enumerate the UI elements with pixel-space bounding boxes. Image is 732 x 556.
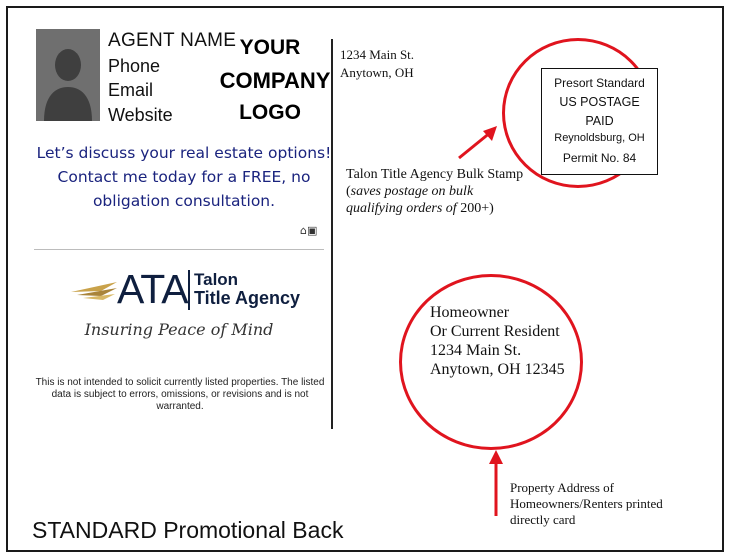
disclaimer-text: This is not intended to solicit currentl… — [35, 377, 325, 412]
stamp-line1: Presort Standard — [554, 76, 645, 90]
stamp-note-italic: saves postage on bulk qualifying orders … — [346, 184, 474, 216]
agent-website: Website — [108, 105, 173, 125]
stamp-line3: PAID — [585, 114, 614, 128]
mailing-address-line1: Homeowner — [430, 304, 510, 321]
ata-tagline: Insuring Peace of Mind — [84, 320, 274, 339]
arrow-up-right-icon — [458, 126, 497, 160]
person-silhouette-icon — [36, 29, 100, 121]
center-divider — [331, 39, 333, 429]
company-logo-line3: LOGO — [239, 101, 301, 124]
ata-logo-letters: ATA — [117, 266, 189, 312]
company-logo-line1: YOUR — [239, 36, 301, 59]
mailing-address-line3: 1234 Main St. — [430, 342, 522, 359]
stamp-note-end: 200+) — [456, 201, 494, 216]
ata-logo-name-line2: Title Agency — [194, 288, 301, 308]
left-divider — [34, 249, 324, 250]
property-address-note: Property Address of Homeowners/Renters p… — [510, 480, 663, 527]
return-address-line2: Anytown, OH — [340, 65, 414, 80]
return-address-line1: 1234 Main St. — [340, 47, 415, 62]
ata-wing-icon — [71, 280, 119, 311]
promo-message: Let’s discuss your real estate options! … — [36, 144, 332, 210]
agent-phone: Phone — [108, 56, 161, 76]
stamp-line2: US POSTAGE — [559, 95, 640, 109]
page-title: STANDARD Promotional Back — [32, 517, 344, 543]
company-logo-line2: COMPANY — [219, 68, 331, 93]
stamp-line4: Reynoldsburg, OH — [554, 132, 645, 144]
stamp-line5: Permit No. 84 — [562, 151, 637, 165]
agent-email: Email — [108, 80, 154, 100]
equal-housing-icon: ⌂▣ — [300, 224, 318, 237]
mailing-address-line4: Anytown, OH 12345 — [430, 361, 565, 378]
ata-logo-separator — [188, 270, 190, 310]
mailing-address-line2: Or Current Resident — [430, 323, 560, 340]
agent-photo — [36, 29, 100, 121]
ata-logo-name-line1: Talon — [194, 270, 239, 289]
arrow-up-icon — [489, 450, 503, 516]
stamp-note: Talon Title Agency Bulk Stamp (saves pos… — [346, 166, 526, 217]
